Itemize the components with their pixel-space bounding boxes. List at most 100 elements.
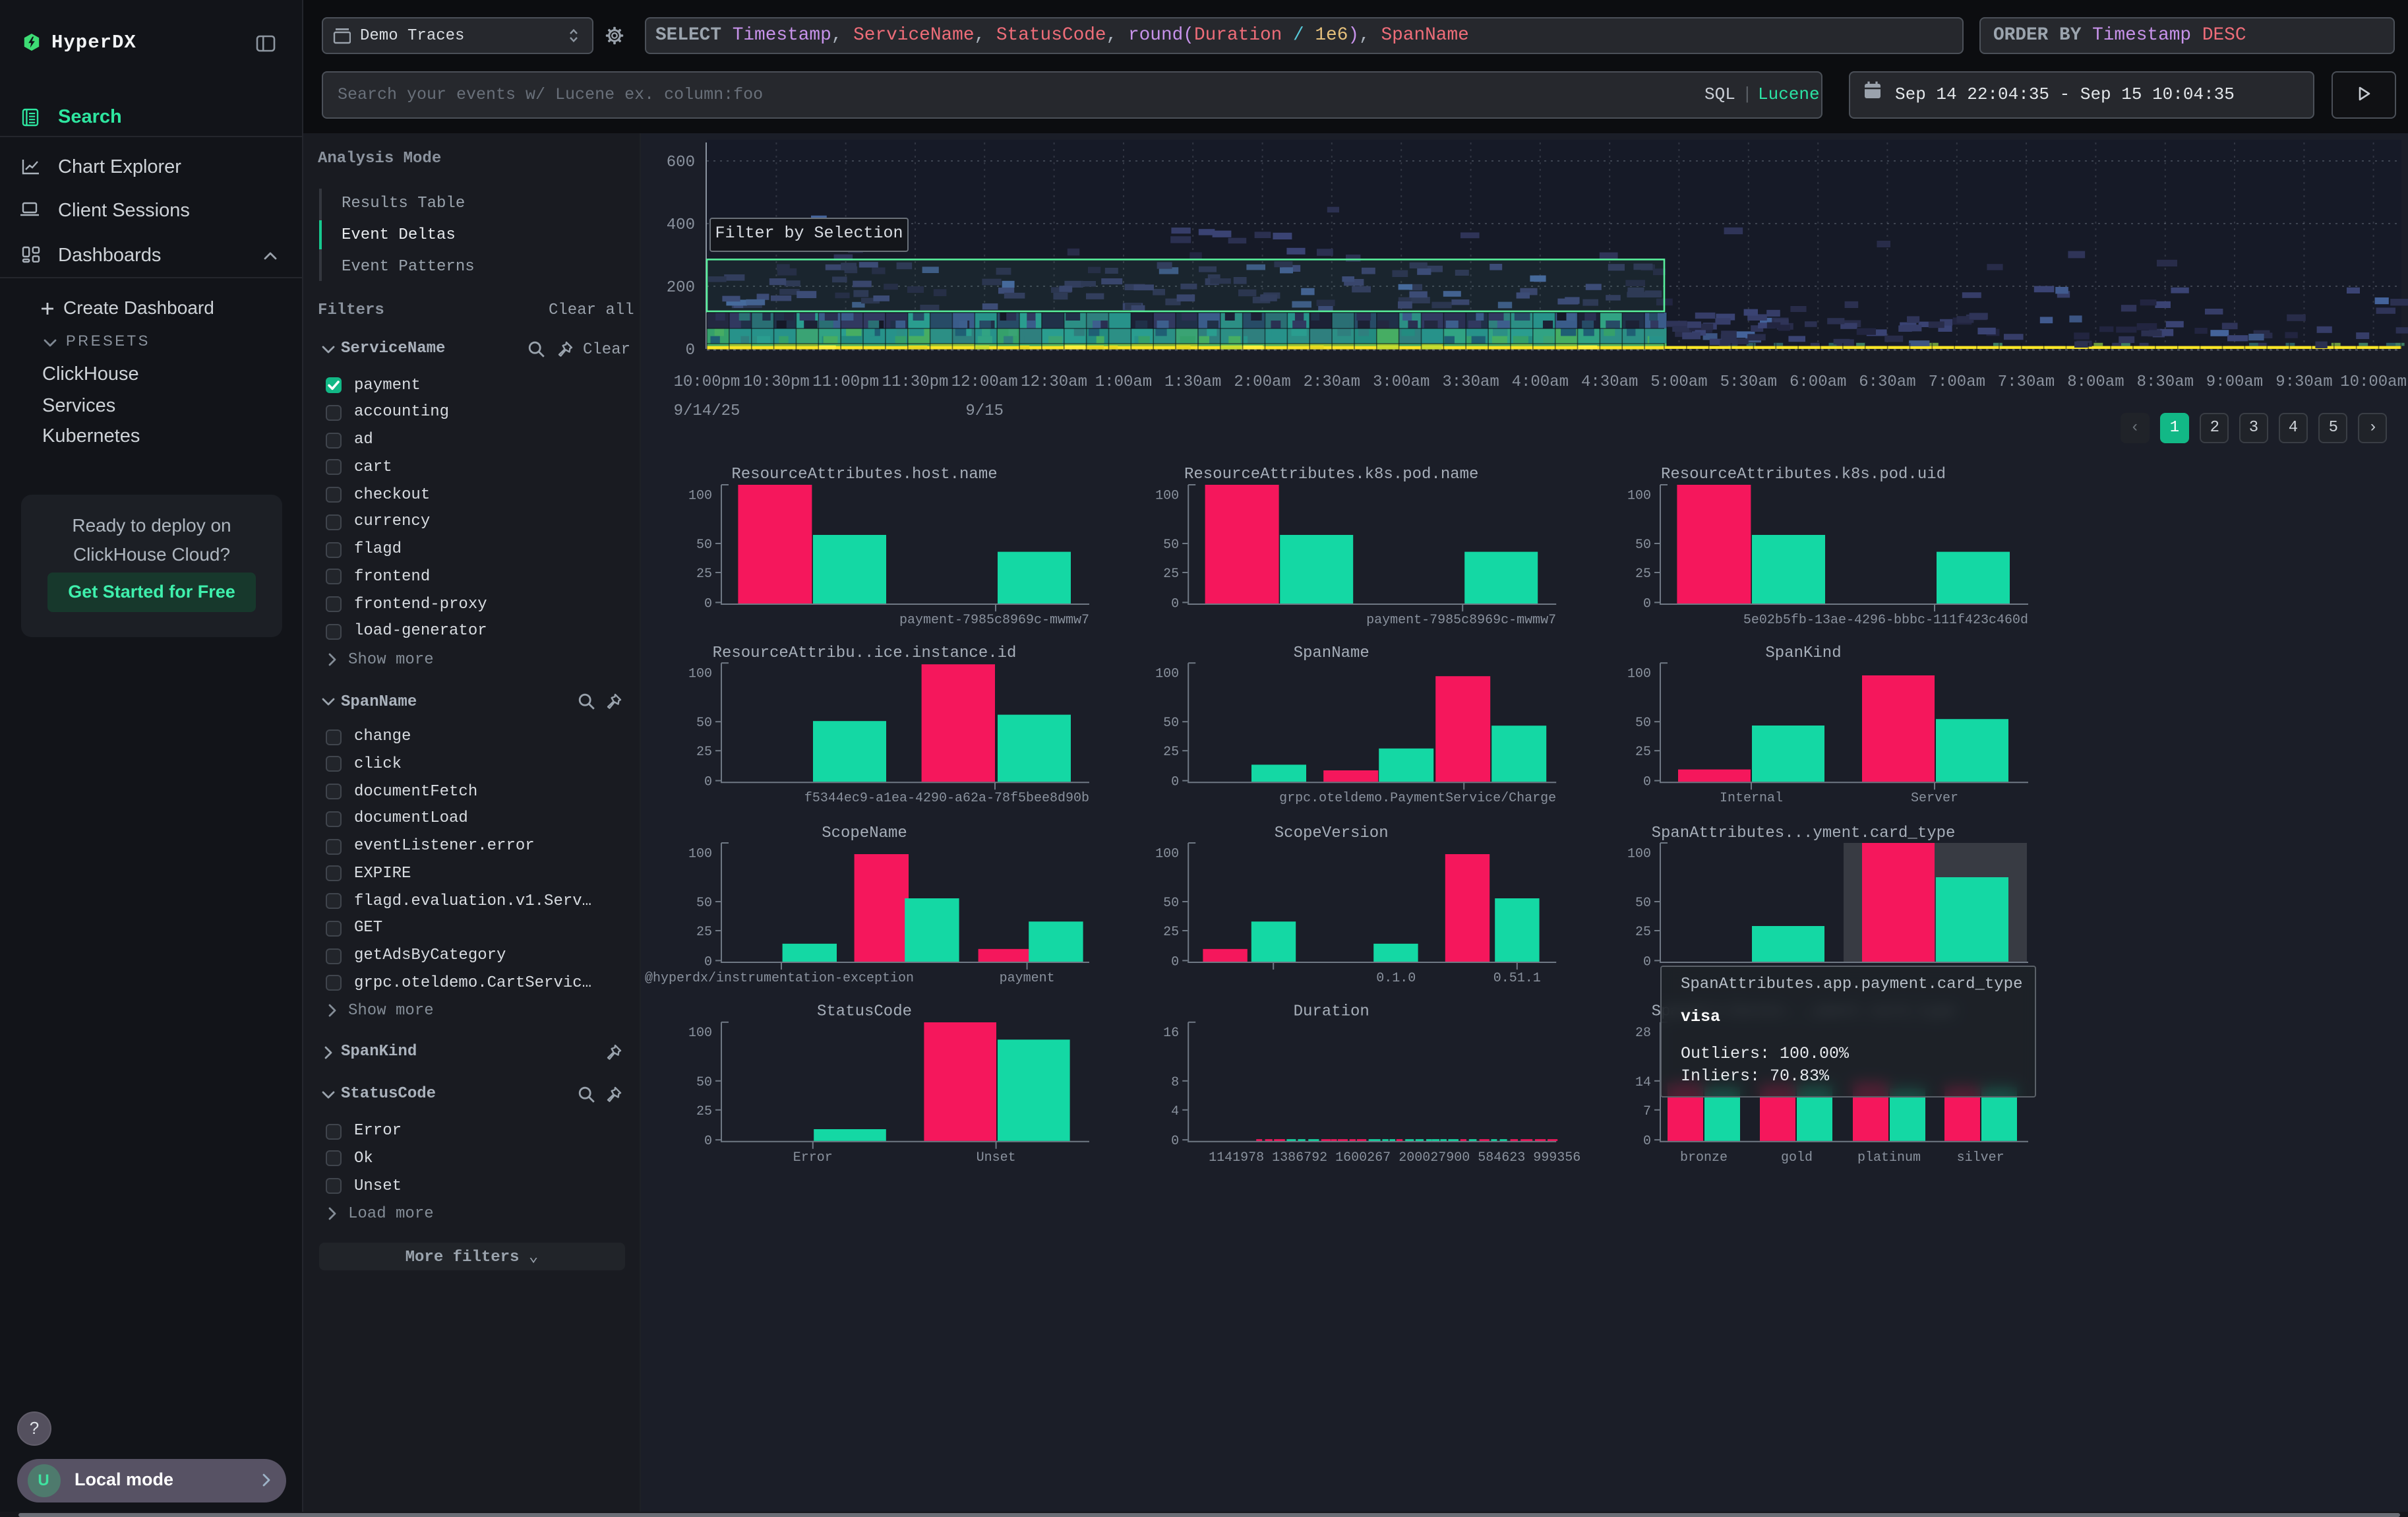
svg-text:0: 0 xyxy=(704,954,712,970)
svg-text:28: 28 xyxy=(1635,1026,1651,1041)
svg-text:4:30am: 4:30am xyxy=(1581,373,1638,391)
svg-text:9:00am: 9:00am xyxy=(2206,373,2263,391)
svg-text:5:30am: 5:30am xyxy=(1720,373,1777,391)
svg-text:25: 25 xyxy=(1635,567,1651,582)
svg-text:5:00am: 5:00am xyxy=(1650,373,1707,391)
svg-text:Server: Server xyxy=(1911,791,1958,806)
svg-text:100: 100 xyxy=(1627,846,1651,861)
svg-text:50: 50 xyxy=(1163,716,1179,731)
svg-text:10:00am: 10:00am xyxy=(2340,373,2407,391)
svg-text:50: 50 xyxy=(1163,896,1179,911)
svg-text:8:00am: 8:00am xyxy=(2067,373,2124,391)
svg-text:@hyperdx/instrumentation-excep: @hyperdx/instrumentation-exception xyxy=(645,971,914,986)
svg-text:0: 0 xyxy=(704,1134,712,1149)
svg-text:10:30pm: 10:30pm xyxy=(743,373,810,391)
svg-text:0: 0 xyxy=(1643,1134,1651,1149)
svg-text:0: 0 xyxy=(1643,775,1651,790)
svg-text:payment: payment xyxy=(1000,971,1055,986)
svg-text:200: 200 xyxy=(667,279,695,297)
svg-text:0: 0 xyxy=(1171,1134,1179,1149)
svg-text:Duration: Duration xyxy=(1294,1003,1370,1020)
svg-text:0.1.0: 0.1.0 xyxy=(1376,971,1416,986)
svg-text:4:00am: 4:00am xyxy=(1512,373,1569,391)
svg-text:7: 7 xyxy=(1643,1104,1651,1119)
svg-text:SpanAttributes...yment.card_ty: SpanAttributes...yment.card_type xyxy=(1652,824,1956,842)
svg-text:0: 0 xyxy=(704,775,712,790)
svg-text:100: 100 xyxy=(688,488,712,503)
svg-text:Unset: Unset xyxy=(977,1150,1016,1165)
svg-text:0: 0 xyxy=(1171,775,1179,790)
svg-text:25: 25 xyxy=(696,1104,712,1119)
svg-text:100: 100 xyxy=(1627,667,1651,682)
svg-text:25: 25 xyxy=(696,925,712,940)
svg-text:0: 0 xyxy=(704,596,712,611)
svg-text:ScopeVersion: ScopeVersion xyxy=(1275,824,1389,842)
svg-text:5e02b5fb-13ae-4296-bbbc-111f42: 5e02b5fb-13ae-4296-bbbc-111f423c460d xyxy=(1743,613,2028,628)
svg-text:100: 100 xyxy=(1155,846,1179,861)
svg-text:16: 16 xyxy=(1163,1026,1179,1041)
svg-text:50: 50 xyxy=(696,1075,712,1090)
svg-text:2:30am: 2:30am xyxy=(1304,373,1360,391)
svg-text:f5344ec9-a1ea-4290-a62a-78f5be: f5344ec9-a1ea-4290-a62a-78f5bee8d90b xyxy=(804,791,1089,806)
svg-text:50: 50 xyxy=(1635,896,1651,911)
svg-text:0: 0 xyxy=(686,342,695,359)
svg-text:silver: silver xyxy=(1957,1150,2004,1165)
svg-text:0.51.1: 0.51.1 xyxy=(1493,971,1541,986)
svg-text:100: 100 xyxy=(1627,488,1651,503)
svg-text:12:00am: 12:00am xyxy=(951,373,1018,391)
svg-text:100: 100 xyxy=(1155,488,1179,503)
svg-text:1:30am: 1:30am xyxy=(1164,373,1221,391)
svg-text:25: 25 xyxy=(1635,925,1651,940)
svg-text:50: 50 xyxy=(696,716,712,731)
svg-text:100: 100 xyxy=(688,667,712,682)
svg-text:3:00am: 3:00am xyxy=(1373,373,1430,391)
svg-text:gold: gold xyxy=(1781,1150,1813,1165)
svg-text:25: 25 xyxy=(696,745,712,760)
svg-text:grpc.oteldemo.PaymentService/C: grpc.oteldemo.PaymentService/Charge xyxy=(1279,791,1556,806)
svg-text:9:30am: 9:30am xyxy=(2275,373,2332,391)
svg-text:0: 0 xyxy=(1171,954,1179,970)
svg-text:100: 100 xyxy=(1155,667,1179,682)
svg-text:25: 25 xyxy=(1163,567,1179,582)
svg-text:50: 50 xyxy=(696,538,712,553)
svg-text:SpanKind: SpanKind xyxy=(1765,644,1841,662)
svg-text:10:00pm: 10:00pm xyxy=(674,373,740,391)
svg-text:7:00am: 7:00am xyxy=(1929,373,1985,391)
svg-text:50: 50 xyxy=(1163,538,1179,553)
svg-text:payment-7985c8969c-mwmw7: payment-7985c8969c-mwmw7 xyxy=(1366,613,1556,628)
svg-text:2:00am: 2:00am xyxy=(1234,373,1290,391)
svg-text:ResourceAttributes.k8s.pod.uid: ResourceAttributes.k8s.pod.uid xyxy=(1661,466,1946,483)
svg-text:50: 50 xyxy=(1635,538,1651,553)
svg-text:50: 50 xyxy=(696,896,712,911)
svg-text:9/15: 9/15 xyxy=(965,402,1004,420)
svg-text:25: 25 xyxy=(696,567,712,582)
svg-text:bronze: bronze xyxy=(1680,1150,1728,1165)
svg-text:ResourceAttributes.host.name: ResourceAttributes.host.name xyxy=(731,466,997,483)
svg-text:11:00pm: 11:00pm xyxy=(812,373,879,391)
svg-text:0: 0 xyxy=(1171,596,1179,611)
svg-text:3:30am: 3:30am xyxy=(1442,373,1499,391)
svg-text:7:30am: 7:30am xyxy=(1998,373,2055,391)
svg-text:8: 8 xyxy=(1171,1075,1179,1090)
svg-text:4: 4 xyxy=(1171,1104,1179,1119)
svg-text:Internal: Internal xyxy=(1720,791,1783,806)
svg-text:8:30am: 8:30am xyxy=(2137,373,2194,391)
svg-text:12:30am: 12:30am xyxy=(1021,373,1087,391)
svg-text:6:00am: 6:00am xyxy=(1790,373,1846,391)
svg-text:Error: Error xyxy=(793,1150,833,1165)
svg-text:1:00am: 1:00am xyxy=(1095,373,1152,391)
svg-text:ScopeName: ScopeName xyxy=(822,824,907,842)
svg-text:25: 25 xyxy=(1635,745,1651,760)
svg-text:400: 400 xyxy=(667,216,695,234)
svg-text:SpanName: SpanName xyxy=(1294,644,1370,662)
svg-text:600: 600 xyxy=(667,154,695,171)
svg-text:0: 0 xyxy=(1643,596,1651,611)
svg-text:9/14/25: 9/14/25 xyxy=(674,402,740,420)
svg-text:ResourceAttributes.k8s.pod.nam: ResourceAttributes.k8s.pod.name xyxy=(1184,466,1478,483)
svg-text:1141978 1386792 1600267 200027: 1141978 1386792 1600267 200027900 584623… xyxy=(1209,1150,1580,1165)
svg-text:11:30pm: 11:30pm xyxy=(882,373,949,391)
svg-text:25: 25 xyxy=(1163,745,1179,760)
svg-text:14: 14 xyxy=(1635,1075,1651,1090)
svg-text:6:30am: 6:30am xyxy=(1859,373,1915,391)
svg-text:ResourceAttribu..ice.instance.: ResourceAttribu..ice.instance.id xyxy=(713,644,1017,662)
